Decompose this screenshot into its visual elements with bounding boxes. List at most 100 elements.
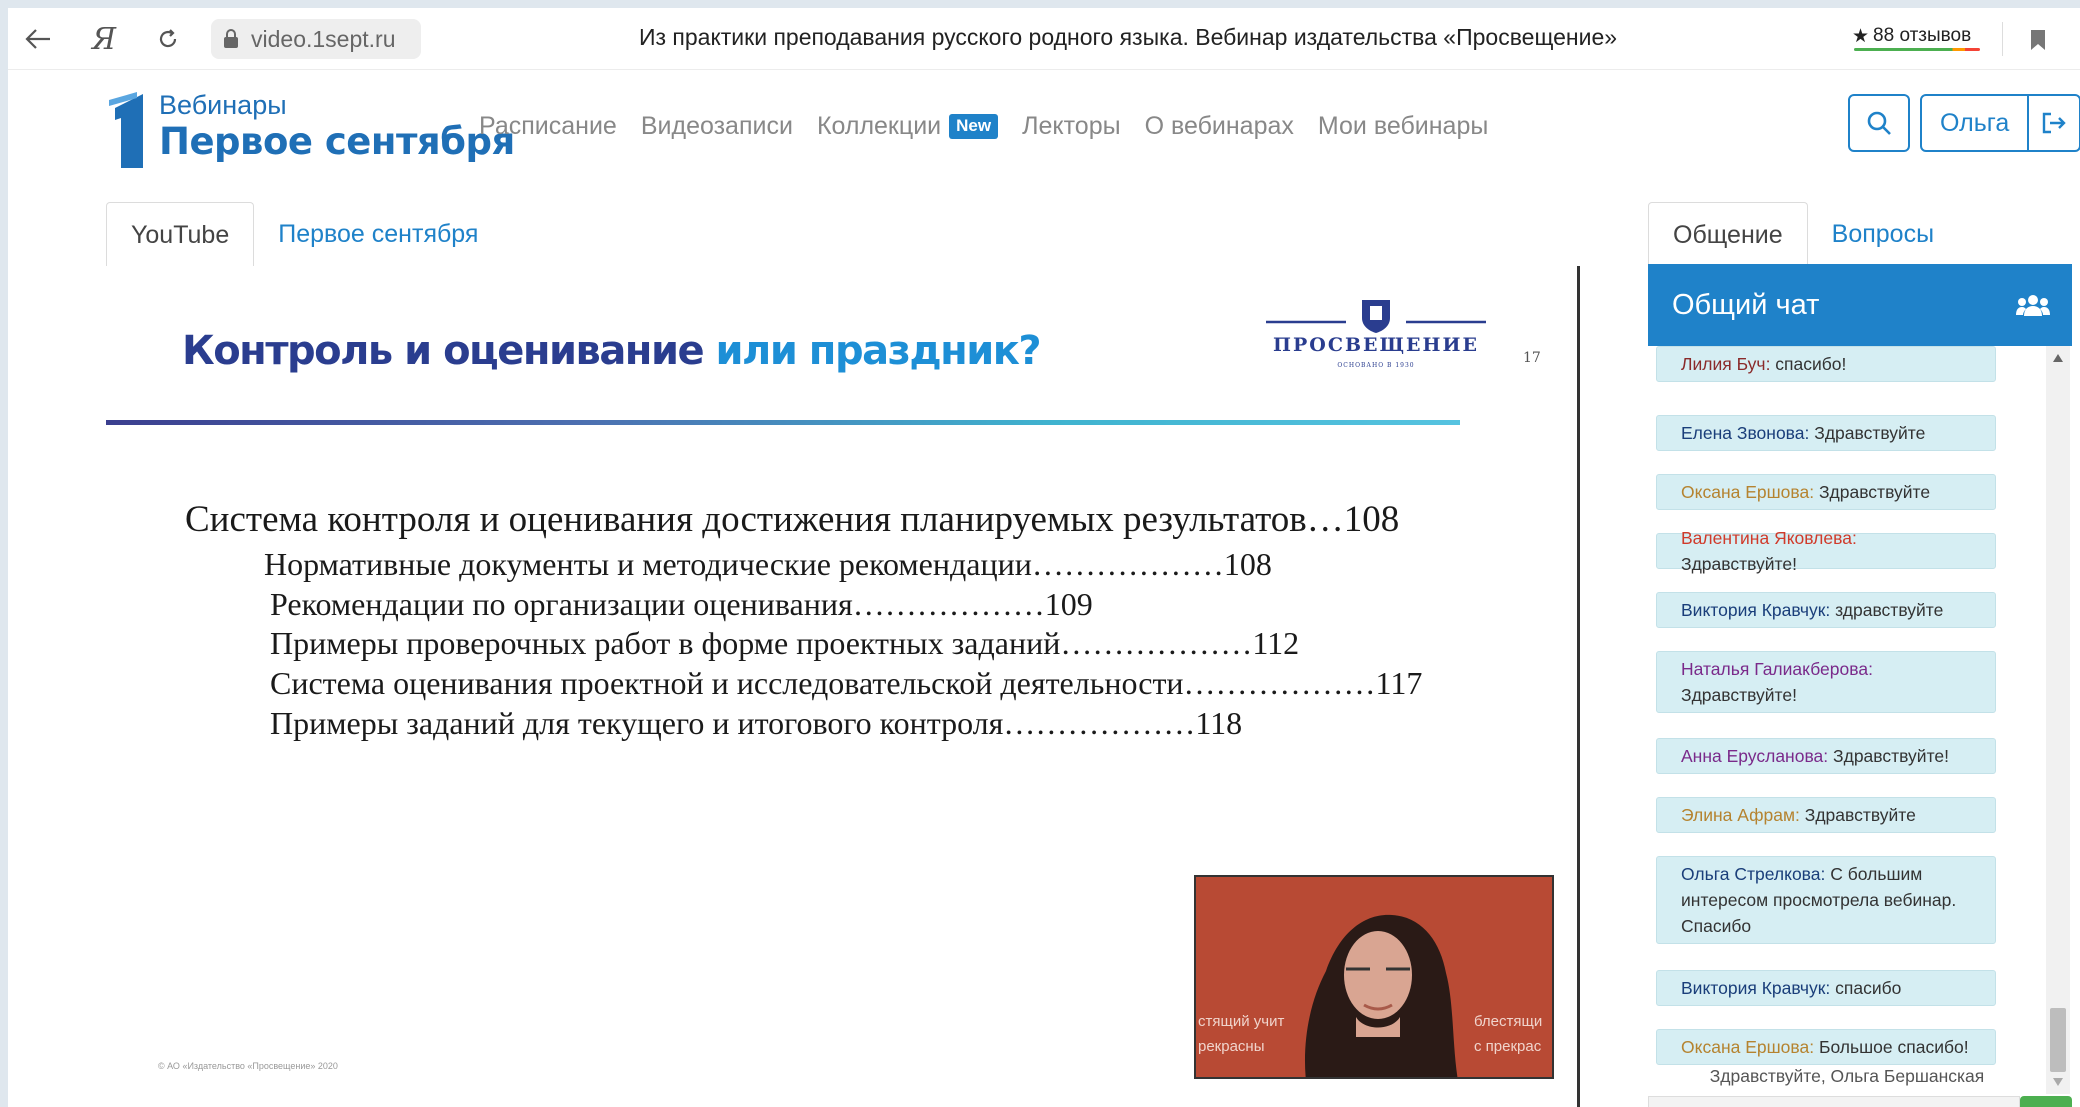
reload-icon	[159, 29, 177, 48]
scroll-down-button[interactable]	[2046, 1070, 2070, 1094]
reload-button[interactable]	[148, 21, 188, 57]
toc-line: Рекомендации по организации оценивания………	[270, 586, 1093, 622]
chat-message-text: спасибо!	[1775, 354, 1847, 374]
reviews-count: 88 отзывов	[1873, 25, 1972, 46]
chat-message-content: Ольга Стрелкова: С большим интересом про…	[1681, 861, 1971, 939]
logout-button[interactable]	[2029, 96, 2079, 150]
chat-message-author[interactable]: Оксана Ершова	[1681, 482, 1809, 502]
chat-message-separator: :	[1809, 482, 1819, 502]
star-icon: ★	[1852, 25, 1870, 47]
scroll-up-button[interactable]	[2046, 346, 2070, 370]
chat-message-separator: :	[1765, 354, 1776, 374]
chat-header: Общий чат	[1648, 264, 2072, 346]
logo-mark-icon	[109, 92, 143, 168]
address-bar[interactable]: video.1sept.ru	[211, 19, 421, 59]
chat-message-separator: :	[1868, 659, 1873, 679]
chat-message: Наталья Галиакберова: Здравствуйте!	[1656, 651, 1996, 713]
chat-message-author[interactable]: Валентина Яковлева	[1681, 528, 1852, 548]
url-text: video.1sept.ru	[251, 25, 396, 52]
header-actions: Ольга	[1848, 94, 2080, 152]
toc-line: Система оценивания проектной и исследова…	[270, 665, 1423, 701]
chat-message-text: Здравствуйте	[1804, 805, 1916, 825]
user-greeting: Здравствуйте, Ольга Бершанская	[1709, 1066, 1985, 1086]
chat-message-author[interactable]: Виктория Кравчук	[1681, 978, 1825, 998]
publisher-name: ПРОСВЕЩЕНИЕ	[1273, 334, 1479, 356]
chat-message-author[interactable]: Элина Афрам	[1681, 805, 1795, 825]
users-icon[interactable]	[2016, 293, 2050, 317]
main-nav: Расписание Видеозаписи Коллекции New Лект…	[479, 112, 1488, 141]
lock-icon	[224, 29, 238, 48]
chat-send-button[interactable]	[2020, 1096, 2072, 1107]
chat-message-content: Оксана Ершова: Здравствуйте	[1681, 479, 1971, 505]
toc-line: Нормативные документы и методические рек…	[264, 546, 1272, 582]
nav-schedule[interactable]: Расписание	[479, 112, 617, 141]
scrollbar-thumb[interactable]	[2050, 1008, 2066, 1072]
tab-pervoe-sentyabrya[interactable]: Первое сентября	[254, 202, 502, 267]
logo-title: Первое сентября	[159, 120, 515, 163]
chat-message-text: спасибо	[1835, 978, 1902, 998]
toc-line: Примеры проверочных работ в форме проект…	[270, 625, 1300, 661]
chat-input[interactable]	[1648, 1096, 2020, 1107]
new-badge: New	[949, 114, 999, 139]
chat-message: Оксана Ершова: Здравствуйте	[1656, 474, 1996, 510]
chat-message-separator: :	[1820, 864, 1831, 884]
chat-message-separator: :	[1809, 1037, 1819, 1057]
chat-message-content: Виктория Кравчук: спасибо	[1681, 975, 1971, 1001]
slide-title: Контроль и оценивание или праздник?	[182, 328, 1042, 374]
chat-message-author[interactable]: Анна Ерусланова	[1681, 746, 1823, 766]
chat-message: Виктория Кравчук: спасибо	[1656, 970, 1996, 1006]
chat-message-text: Здравствуйте!	[1681, 685, 1797, 705]
bookmark-button[interactable]	[2018, 22, 2058, 58]
chat-message-author[interactable]: Елена Звонова	[1681, 423, 1805, 443]
chat-message: Ольга Стрелкова: С большим интересом про…	[1656, 856, 1996, 944]
nav-collections-label: Коллекции	[816, 112, 942, 140]
chat-message-content: Виктория Кравчук: здравствуйте	[1681, 597, 1971, 623]
user-menu: Ольга	[1920, 94, 2080, 152]
chat-message-text: Большое спасибо!	[1818, 1037, 1969, 1057]
search-button[interactable]	[1848, 94, 1910, 152]
yandex-button[interactable]: Я	[84, 21, 124, 57]
chat-message-text: Здравствуйте	[1818, 482, 1931, 502]
nav-recordings[interactable]: Видеозаписи	[641, 112, 793, 141]
chat-message-author[interactable]: Оксана Ершова	[1681, 1037, 1809, 1057]
bookmark-icon	[2031, 30, 2045, 50]
chat-message-author[interactable]: Ольга Стрелкова	[1681, 864, 1821, 884]
slide-title-part2: или праздник?	[715, 328, 1042, 374]
site-logo[interactable]: Вебинары Первое сентября	[107, 84, 515, 170]
user-button[interactable]: Ольга	[1922, 96, 2030, 150]
page: Я video.1sept.ru Из практики преподавани…	[8, 8, 2080, 1107]
chat-scrollbar[interactable]	[2046, 346, 2070, 1094]
browser-toolbar: Я video.1sept.ru Из практики преподавани…	[8, 8, 2080, 70]
chat-message-author[interactable]: Виктория Кравчук	[1681, 600, 1825, 620]
arrow-left-icon	[25, 29, 50, 49]
chat-message-content: Элина Афрам: Здравствуйте	[1681, 802, 1971, 828]
nav-about[interactable]: О вебинарах	[1145, 112, 1294, 141]
slide-number: 17	[1523, 350, 1541, 366]
speaker-figure-icon	[1304, 914, 1458, 1077]
video-source-tabs: YouTube Первое сентября	[106, 202, 502, 267]
chat-message-content: Оксана Ершова: Большое спасибо!	[1681, 1034, 1971, 1060]
nav-lecturers[interactable]: Лекторы	[1022, 112, 1120, 141]
page-title: Из практики преподавания русского родног…	[638, 24, 1618, 50]
chat-message-separator: :	[1804, 423, 1815, 443]
tab-communication[interactable]: Общение	[1648, 202, 1808, 267]
yandex-icon: Я	[91, 21, 117, 57]
logo-subtitle: Вебинары	[159, 90, 287, 120]
chat-message-author[interactable]: Наталья Галиакберова	[1681, 659, 1868, 679]
chat-message-content: Анна Ерусланова: Здравствуйте!	[1681, 743, 1971, 769]
nav-my-webinars[interactable]: Мои вебинары	[1318, 112, 1488, 141]
back-button[interactable]	[18, 21, 58, 57]
chat-message-author[interactable]: Лилия Буч	[1681, 354, 1766, 374]
publisher-logo: ПРОСВЕЩЕНИЕ ОСНОВАНО В 1930	[1266, 294, 1486, 384]
speaker-webcam: стящий учит рекрасны блестящи с прекрас	[1194, 875, 1554, 1079]
tab-questions[interactable]: Вопросы	[1808, 202, 1958, 267]
chat-messages[interactable]: Лилия Буч: спасибо! Елена Звонова: Здравс…	[1648, 346, 2046, 1107]
publisher-emblem-icon	[1266, 300, 1486, 333]
toc-main-line: Система контроля и оценивания достижения…	[185, 499, 1400, 540]
triangle-down-icon	[2053, 1078, 2063, 1086]
publisher-subtitle: ОСНОВАНО В 1930	[1337, 362, 1415, 369]
nav-collections[interactable]: Коллекции New	[816, 112, 999, 141]
video-player[interactable]: Контроль и оценивание или праздник? ПРОС…	[106, 266, 1580, 1107]
chat-message: Анна Ерусланова: Здравствуйте!	[1656, 738, 1996, 774]
tab-youtube[interactable]: YouTube	[106, 202, 255, 267]
